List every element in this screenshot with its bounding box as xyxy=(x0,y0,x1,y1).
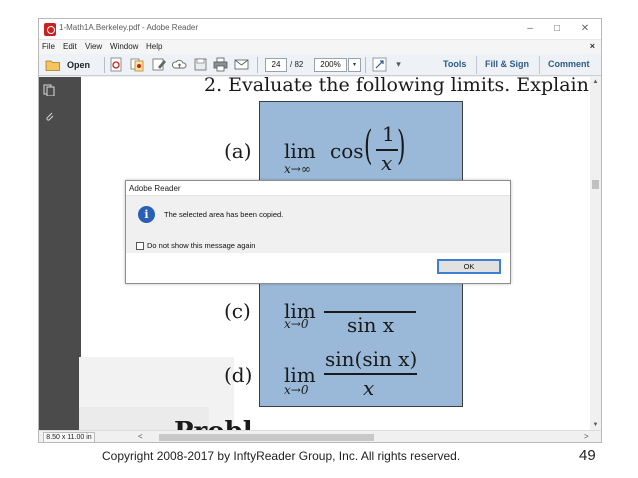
title-bar[interactable]: 1-Math1A.Berkeley.pdf - Adobe Reader – □… xyxy=(39,19,601,40)
menu-view[interactable]: View xyxy=(85,42,102,51)
cos-function: cos xyxy=(330,139,364,163)
minimize-button[interactable]: – xyxy=(519,21,541,37)
item-c-label: (c) xyxy=(224,299,251,323)
fraction-d-denominator: x xyxy=(363,376,375,400)
print-icon[interactable] xyxy=(213,57,228,72)
select-tool-icon[interactable] xyxy=(372,57,387,72)
scroll-up-arrow-icon[interactable]: ▲ xyxy=(590,77,601,87)
open-folder-icon[interactable] xyxy=(45,57,60,72)
open-button-label[interactable]: Open xyxy=(67,60,90,70)
tools-link[interactable]: Tools xyxy=(443,59,466,69)
combine-icon[interactable] xyxy=(130,57,145,72)
copy-confirmation-dialog: Adobe Reader i The selected area has bee… xyxy=(125,180,511,284)
vertical-scrollbar[interactable]: ▲ ▼ xyxy=(590,77,601,430)
save-icon[interactable] xyxy=(193,57,208,72)
menu-edit[interactable]: Edit xyxy=(63,42,77,51)
fraction-a-denominator: x xyxy=(381,151,393,175)
right-paren: ) xyxy=(397,123,406,169)
window-title: 1-Math1A.Berkeley.pdf - Adobe Reader xyxy=(59,23,199,32)
scroll-left-arrow-icon[interactable]: < xyxy=(138,432,143,441)
info-icon: i xyxy=(138,206,155,223)
maximize-button[interactable]: □ xyxy=(546,21,568,37)
problem-heading: 2. Evaluate the following limits. Explai… xyxy=(204,77,589,96)
dialog-body: i The selected area has been copied. Do … xyxy=(126,195,510,253)
toolbar-separator xyxy=(104,57,105,73)
copyright-footer: Copyright 2008-2017 by InftyReader Group… xyxy=(102,449,461,463)
attachments-icon[interactable] xyxy=(43,109,55,121)
close-document-button[interactable]: × xyxy=(590,41,595,51)
slide-page-number: 49 xyxy=(579,447,596,464)
item-a-label: (a) xyxy=(224,139,252,163)
edit-icon[interactable] xyxy=(152,57,167,72)
fraction-d-numerator: sin(sin x) xyxy=(325,347,418,371)
page-number-input[interactable]: 24 xyxy=(265,58,287,72)
limit-a-subscript: x→∞ xyxy=(284,162,311,176)
vertical-scroll-thumb[interactable] xyxy=(592,180,599,189)
page-gutter xyxy=(59,77,81,430)
limit-c-subscript: x→0 xyxy=(284,317,309,331)
page-size-label: 8.50 x 11.00 in xyxy=(43,432,95,442)
toolbar: Open 24 / 82 200% ▾ ▾ Tools Fill & Sign … xyxy=(39,54,601,76)
limit-a: lim xyxy=(284,139,316,163)
page-thumbnails-icon[interactable] xyxy=(43,83,55,97)
fill-and-sign-link[interactable]: Fill & Sign xyxy=(485,59,529,69)
fraction-c-denominator: sin x xyxy=(347,313,395,337)
menu-bar: File Edit View Window Help × xyxy=(39,40,601,54)
page-total: / 82 xyxy=(290,60,304,69)
toolbar-separator xyxy=(257,57,258,73)
close-window-button[interactable]: ✕ xyxy=(574,21,596,37)
scroll-right-arrow-icon[interactable]: > xyxy=(584,432,589,441)
section-heading-partial: Probl xyxy=(174,417,253,430)
zoom-dropdown-button[interactable]: ▾ xyxy=(348,58,361,72)
toolbar-divider xyxy=(476,56,477,74)
left-navigation-pane xyxy=(39,77,59,430)
toolbar-divider xyxy=(539,56,540,74)
dialog-title: Adobe Reader xyxy=(129,184,181,193)
toolbar-overflow-icon[interactable]: ▾ xyxy=(391,57,406,72)
fraction-a-numerator: 1 xyxy=(382,122,395,146)
status-bar: 8.50 x 11.00 in < > xyxy=(39,430,601,442)
toolbar-separator xyxy=(365,57,366,73)
do-not-show-checkbox[interactable] xyxy=(136,242,144,250)
horizontal-scroll-thumb[interactable] xyxy=(159,434,374,441)
fraction-bar xyxy=(376,149,398,151)
menu-window[interactable]: Window xyxy=(110,42,138,51)
menu-help[interactable]: Help xyxy=(146,42,162,51)
ok-button[interactable]: OK xyxy=(437,259,501,274)
scroll-down-arrow-icon[interactable]: ▼ xyxy=(590,420,601,430)
item-d-label: (d) xyxy=(224,363,253,387)
zoom-input[interactable]: 200% xyxy=(314,58,347,72)
dialog-message: The selected area has been copied. xyxy=(164,210,284,219)
do-not-show-checkbox-label[interactable]: Do not show this message again xyxy=(147,241,255,250)
cloud-icon[interactable] xyxy=(172,57,187,72)
menu-file[interactable]: File xyxy=(42,42,55,51)
fraction-bar xyxy=(324,373,417,375)
adobe-reader-app-icon xyxy=(44,23,56,36)
email-icon[interactable] xyxy=(234,57,249,72)
limit-d-subscript: x→0 xyxy=(284,383,309,397)
create-pdf-icon[interactable] xyxy=(109,57,124,72)
comment-link[interactable]: Comment xyxy=(548,59,590,69)
left-paren: ( xyxy=(364,123,373,169)
